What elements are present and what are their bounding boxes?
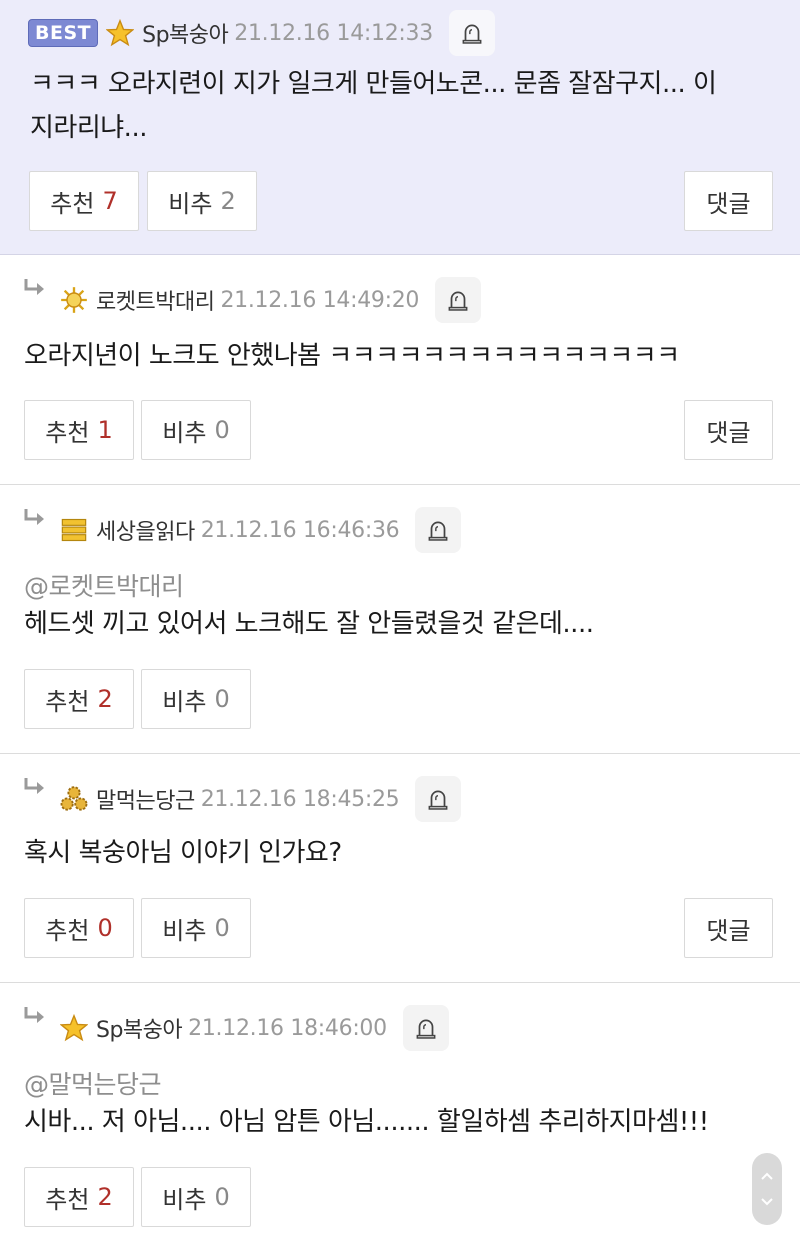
comment-date: 21.12.16 18:45:25 [200,786,400,812]
recommend-button[interactable]: 추천 7 [29,171,139,231]
comment-text: 오라지년이 노크도 안했나봄 ㅋㅋㅋㅋㅋㅋㅋㅋㅋㅋㅋㅋㅋㅋㅋ [24,341,680,371]
mention-tag[interactable]: @말먹는당근 [24,1065,162,1101]
chevron-up-icon[interactable] [760,1171,774,1181]
reply-arrow-icon [22,1005,48,1027]
recommend-button[interactable]: 추천 0 [24,898,134,958]
comment-date: 21.12.16 16:46:36 [200,517,400,543]
recommend-button[interactable]: 추천 2 [24,1167,134,1227]
not-recommend-button[interactable]: 비추 0 [141,400,251,460]
reply-button[interactable]: 댓글 [684,171,773,231]
not-recommend-count: 0 [214,685,230,713]
comment-date: 21.12.16 14:12:33 [234,20,433,46]
author-nickname[interactable]: 세상을읽다 [96,514,195,546]
comment-header: BEST Sp복숭아 21.12.16 14:12:33 [28,10,495,56]
best-comment: BEST Sp복숭아 21.12.16 14:12:33 ㅋㅋㅋ 오라지련이 지… [0,0,800,255]
best-badge: BEST [28,19,99,47]
comment-date: 21.12.16 18:46:00 [188,1015,387,1041]
author-nickname[interactable]: Sp복숭아 [96,1012,183,1044]
not-recommend-count: 2 [220,187,236,215]
star-icon [58,1012,90,1044]
recommend-button[interactable]: 추천 1 [24,400,134,460]
mention-tag[interactable]: @로켓트박대리 [24,567,184,603]
report-siren-icon[interactable] [415,507,462,553]
reply-comment: 말먹는당근 21.12.16 18:45:25 혹시 복숭아님 이야기 인가요?… [0,754,800,983]
recommend-count: 2 [97,1183,113,1211]
gear-cluster-icon [58,783,90,815]
not-recommend-count: 0 [214,914,230,942]
comment-date: 21.12.16 14:49:20 [220,287,420,313]
comment-text: ㅋㅋㅋ 오라지련이 지가 일크게 만들어노콘... 문좀 잘잠구지... 이 지… [30,69,717,143]
author-nickname[interactable]: 로켓트박대리 [96,284,215,316]
author-nickname[interactable]: Sp복숭아 [142,17,229,49]
sun-icon [58,284,90,316]
comment-header: Sp복숭아 21.12.16 18:46:00 [58,1005,449,1051]
reply-arrow-icon [22,277,48,299]
comment-header: 세상을읽다 21.12.16 16:46:36 [58,507,462,553]
not-recommend-count: 0 [214,1183,230,1211]
reply-comment: 세상을읽다 21.12.16 16:46:36 @로켓트박대리 헤드셋 끼고 있… [0,485,800,754]
reply-arrow-icon [22,507,48,529]
comment-header: 말먹는당근 21.12.16 18:45:25 [58,776,462,822]
scroll-control[interactable] [752,1153,782,1225]
gold-bars-icon [58,514,90,546]
reply-comment: 로켓트박대리 21.12.16 14:49:20 오라지년이 노크도 안했나봄 … [0,255,800,485]
not-recommend-button[interactable]: 비추 0 [141,1167,251,1227]
recommend-button[interactable]: 추천 2 [24,669,134,729]
comment-text: 혹시 복숭아님 이야기 인가요? [24,838,342,868]
recommend-count: 1 [97,416,113,444]
reply-button[interactable]: 댓글 [684,400,773,460]
star-icon [104,17,136,49]
not-recommend-button[interactable]: 비추 2 [147,171,257,231]
not-recommend-button[interactable]: 비추 0 [141,898,251,958]
not-recommend-button[interactable]: 비추 0 [141,669,251,729]
comment-text: 시바... 저 아님.... 아님 암튼 아님....... 할일하셈 추리하지… [24,1107,709,1137]
recommend-count: 7 [102,187,118,215]
comment-text: 헤드셋 끼고 있어서 노크해도 잘 안들렸을것 같은데.... [24,609,594,639]
recommend-count: 2 [97,685,113,713]
report-siren-icon[interactable] [448,10,495,56]
chevron-down-icon[interactable] [760,1197,774,1207]
not-recommend-count: 0 [214,416,230,444]
comment-header: 로켓트박대리 21.12.16 14:49:20 [58,277,482,323]
recommend-count: 0 [97,914,113,942]
report-siren-icon[interactable] [402,1005,449,1051]
reply-button[interactable]: 댓글 [684,898,773,958]
report-siren-icon[interactable] [415,776,462,822]
reply-arrow-icon [22,776,48,798]
report-siren-icon[interactable] [435,277,482,323]
reply-comment: Sp복숭아 21.12.16 18:46:00 @말먹는당근 시바... 저 아… [0,983,800,1235]
author-nickname[interactable]: 말먹는당근 [96,783,195,815]
